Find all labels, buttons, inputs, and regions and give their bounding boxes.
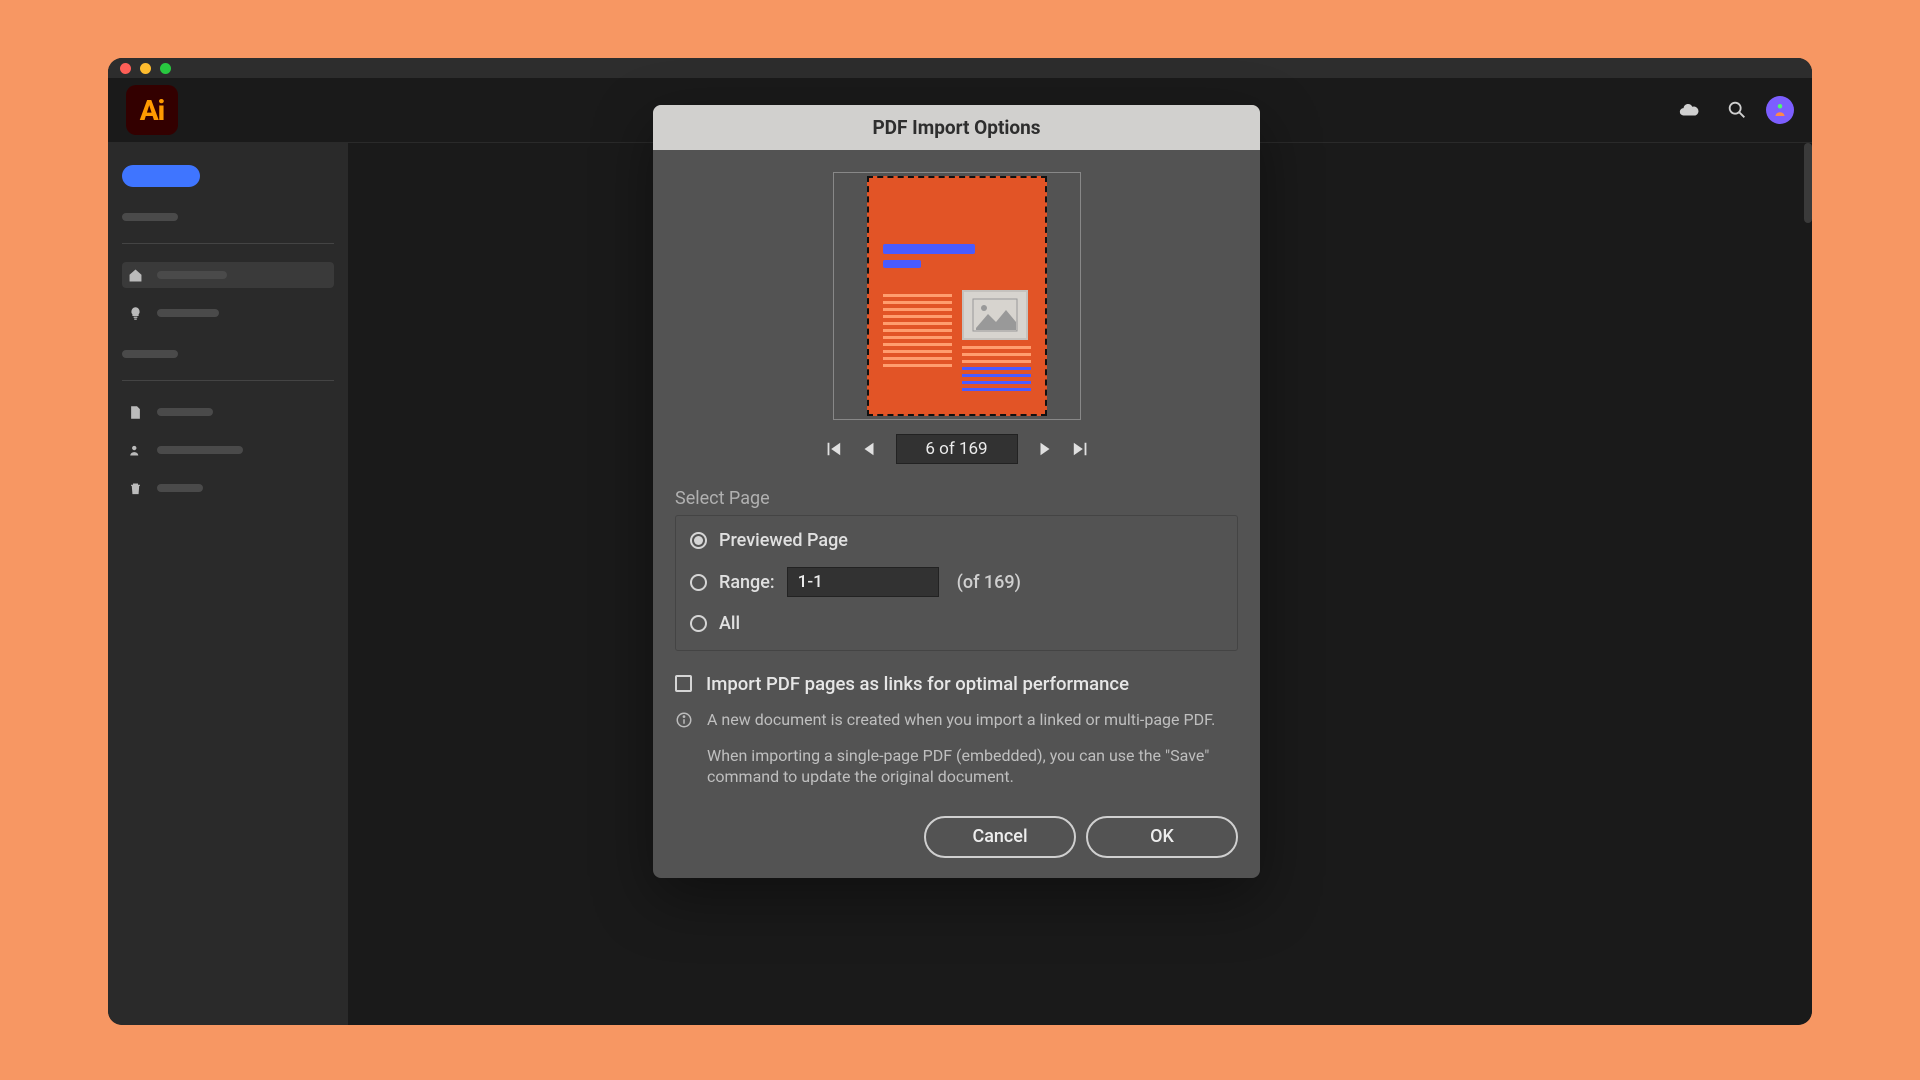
- info-block: A new document is created when you impor…: [675, 709, 1238, 788]
- cancel-button[interactable]: Cancel: [924, 816, 1076, 858]
- first-page-button[interactable]: [824, 440, 842, 458]
- range-of-label: (of 169): [957, 572, 1021, 593]
- sidebar: [108, 143, 348, 1025]
- sidebar-section-label: [122, 213, 178, 221]
- sidebar-item-files[interactable]: [122, 399, 334, 425]
- info-text-line: A new document is created when you impor…: [707, 709, 1238, 731]
- close-window-icon[interactable]: [120, 63, 131, 74]
- radio-previewed-page[interactable]: Previewed Page: [690, 530, 1223, 551]
- lightbulb-icon: [128, 306, 143, 321]
- sidebar-section-label: [122, 350, 178, 358]
- sidebar-divider: [122, 380, 334, 381]
- radio-icon: [690, 574, 707, 591]
- app-logo: Ai: [126, 85, 178, 135]
- sidebar-item-label: [157, 484, 203, 492]
- radio-label: Range:: [719, 572, 775, 593]
- checkbox-label: Import PDF pages as links for optimal pe…: [706, 673, 1129, 695]
- thumb-subheading: [883, 260, 921, 268]
- file-icon: [128, 405, 143, 420]
- radio-all[interactable]: All: [690, 613, 1223, 634]
- info-text-line: When importing a single-page PDF (embedd…: [707, 745, 1238, 788]
- sidebar-item-shared[interactable]: [122, 437, 334, 463]
- minimize-window-icon[interactable]: [140, 63, 151, 74]
- select-page-fieldset: Select Page Previewed Page Range: 1-1 (o…: [675, 488, 1238, 651]
- dialog-title: PDF Import Options: [653, 105, 1260, 150]
- sidebar-new-button[interactable]: [122, 165, 200, 187]
- page-number-field[interactable]: 6 of 169: [896, 434, 1018, 464]
- image-placeholder-icon: [962, 290, 1028, 340]
- radio-icon: [690, 615, 707, 632]
- user-avatar[interactable]: [1766, 96, 1794, 124]
- radio-label: Previewed Page: [719, 530, 848, 551]
- info-icon: [675, 711, 693, 729]
- home-icon: [128, 268, 143, 283]
- people-icon: [128, 443, 143, 458]
- search-icon[interactable]: [1726, 99, 1748, 121]
- prev-page-button[interactable]: [860, 440, 878, 458]
- sidebar-item-label: [157, 408, 213, 416]
- sidebar-item-label: [157, 446, 243, 454]
- last-page-button[interactable]: [1072, 440, 1090, 458]
- pdf-import-dialog: PDF Import Options: [653, 105, 1260, 878]
- thumb-heading: [883, 244, 975, 254]
- select-page-legend: Select Page: [675, 488, 1238, 509]
- sidebar-item-learn[interactable]: [122, 300, 334, 326]
- page-thumbnail: [867, 176, 1047, 416]
- sidebar-item-label: [157, 271, 227, 279]
- ok-button[interactable]: OK: [1086, 816, 1238, 858]
- sidebar-divider: [122, 243, 334, 244]
- radio-label: All: [719, 613, 740, 634]
- radio-range[interactable]: Range: 1-1 (of 169): [690, 567, 1223, 597]
- sidebar-item-label: [157, 309, 219, 317]
- sidebar-item-home[interactable]: [122, 262, 334, 288]
- page-nav: 6 of 169: [824, 434, 1090, 464]
- trash-icon: [128, 481, 143, 496]
- page-preview: [833, 172, 1081, 420]
- app-window: Ai: [108, 58, 1812, 1025]
- next-page-button[interactable]: [1036, 440, 1054, 458]
- import-as-links-checkbox[interactable]: Import PDF pages as links for optimal pe…: [675, 673, 1238, 695]
- cloud-icon[interactable]: [1678, 99, 1700, 121]
- radio-icon: [690, 532, 707, 549]
- sidebar-item-deleted[interactable]: [122, 475, 334, 501]
- scrollbar-thumb[interactable]: [1804, 143, 1812, 223]
- window-titlebar: [108, 58, 1812, 78]
- maximize-window-icon[interactable]: [160, 63, 171, 74]
- checkbox-icon: [675, 675, 692, 692]
- range-input[interactable]: 1-1: [787, 567, 939, 597]
